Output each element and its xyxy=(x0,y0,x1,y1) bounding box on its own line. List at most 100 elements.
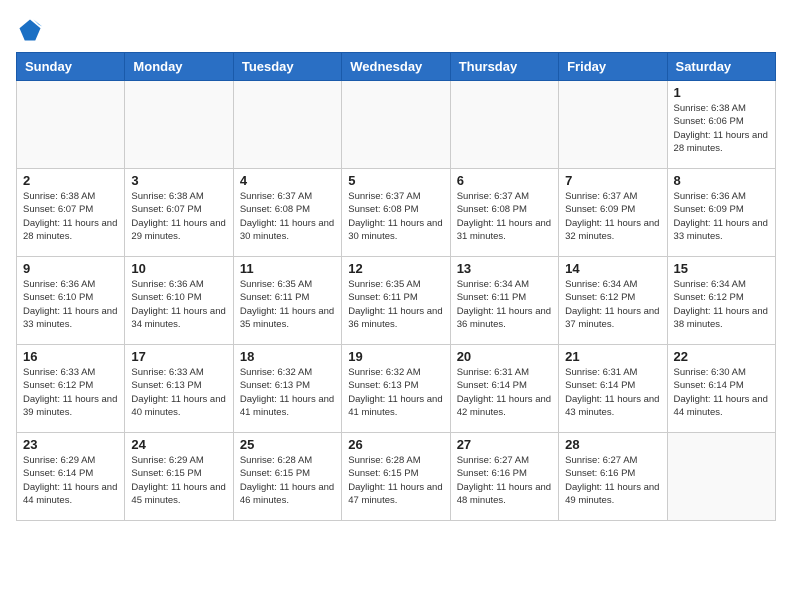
calendar-day-cell: 7 Sunrise: 6:37 AM Sunset: 6:09 PM Daylig… xyxy=(559,169,667,257)
day-info: Sunrise: 6:34 AM Sunset: 6:12 PM Dayligh… xyxy=(674,278,769,331)
day-info: Sunrise: 6:36 AM Sunset: 6:10 PM Dayligh… xyxy=(23,278,118,331)
day-info: Sunrise: 6:30 AM Sunset: 6:14 PM Dayligh… xyxy=(674,366,769,419)
day-info: Sunrise: 6:35 AM Sunset: 6:11 PM Dayligh… xyxy=(240,278,335,331)
calendar-day-cell xyxy=(450,81,558,169)
calendar-week-row: 9 Sunrise: 6:36 AM Sunset: 6:10 PM Daylig… xyxy=(17,257,776,345)
day-number: 16 xyxy=(23,349,118,364)
calendar-day-cell: 17 Sunrise: 6:33 AM Sunset: 6:13 PM Dayli… xyxy=(125,345,233,433)
day-info: Sunrise: 6:28 AM Sunset: 6:15 PM Dayligh… xyxy=(348,454,443,507)
day-header-thursday: Thursday xyxy=(450,53,558,81)
calendar-day-cell xyxy=(125,81,233,169)
day-number: 4 xyxy=(240,173,335,188)
day-info: Sunrise: 6:34 AM Sunset: 6:12 PM Dayligh… xyxy=(565,278,660,331)
day-number: 19 xyxy=(348,349,443,364)
day-number: 17 xyxy=(131,349,226,364)
day-number: 22 xyxy=(674,349,769,364)
day-info: Sunrise: 6:37 AM Sunset: 6:09 PM Dayligh… xyxy=(565,190,660,243)
calendar-header-row: SundayMondayTuesdayWednesdayThursdayFrid… xyxy=(17,53,776,81)
logo xyxy=(16,16,48,44)
day-info: Sunrise: 6:32 AM Sunset: 6:13 PM Dayligh… xyxy=(348,366,443,419)
day-number: 21 xyxy=(565,349,660,364)
logo-icon xyxy=(16,16,44,44)
calendar-day-cell: 26 Sunrise: 6:28 AM Sunset: 6:15 PM Dayli… xyxy=(342,433,450,521)
day-info: Sunrise: 6:36 AM Sunset: 6:10 PM Dayligh… xyxy=(131,278,226,331)
calendar-day-cell: 25Sunrise: 6:28 AM Sunset: 6:15 PM Dayli… xyxy=(233,433,341,521)
calendar-day-cell: 24 Sunrise: 6:29 AM Sunset: 6:15 PM Dayli… xyxy=(125,433,233,521)
calendar-week-row: 1 Sunrise: 6:38 AM Sunset: 6:06 PM Daylig… xyxy=(17,81,776,169)
day-header-tuesday: Tuesday xyxy=(233,53,341,81)
calendar-day-cell: 1 Sunrise: 6:38 AM Sunset: 6:06 PM Daylig… xyxy=(667,81,775,169)
calendar-day-cell: 23 Sunrise: 6:29 AM Sunset: 6:14 PM Dayli… xyxy=(17,433,125,521)
day-number: 13 xyxy=(457,261,552,276)
calendar-day-cell: 15 Sunrise: 6:34 AM Sunset: 6:12 PM Dayli… xyxy=(667,257,775,345)
calendar-day-cell: 3 Sunrise: 6:38 AM Sunset: 6:07 PM Daylig… xyxy=(125,169,233,257)
calendar-day-cell: 12Sunrise: 6:35 AM Sunset: 6:11 PM Dayli… xyxy=(342,257,450,345)
day-number: 26 xyxy=(348,437,443,452)
day-number: 12 xyxy=(348,261,443,276)
calendar-day-cell: 11 Sunrise: 6:35 AM Sunset: 6:11 PM Dayli… xyxy=(233,257,341,345)
day-header-friday: Friday xyxy=(559,53,667,81)
day-info: Sunrise: 6:38 AM Sunset: 6:07 PM Dayligh… xyxy=(131,190,226,243)
calendar-day-cell xyxy=(233,81,341,169)
calendar-day-cell xyxy=(559,81,667,169)
day-number: 7 xyxy=(565,173,660,188)
day-info: Sunrise: 6:32 AM Sunset: 6:13 PM Dayligh… xyxy=(240,366,335,419)
day-info: Sunrise: 6:34 AM Sunset: 6:11 PM Dayligh… xyxy=(457,278,552,331)
calendar-day-cell: 4 Sunrise: 6:37 AM Sunset: 6:08 PM Daylig… xyxy=(233,169,341,257)
calendar-day-cell: 20Sunrise: 6:31 AM Sunset: 6:14 PM Dayli… xyxy=(450,345,558,433)
day-number: 11 xyxy=(240,261,335,276)
day-number: 27 xyxy=(457,437,552,452)
calendar-week-row: 16 Sunrise: 6:33 AM Sunset: 6:12 PM Dayli… xyxy=(17,345,776,433)
calendar-day-cell: 14 Sunrise: 6:34 AM Sunset: 6:12 PM Dayli… xyxy=(559,257,667,345)
day-info: Sunrise: 6:27 AM Sunset: 6:16 PM Dayligh… xyxy=(457,454,552,507)
calendar-day-cell: 6 Sunrise: 6:37 AM Sunset: 6:08 PM Daylig… xyxy=(450,169,558,257)
day-info: Sunrise: 6:37 AM Sunset: 6:08 PM Dayligh… xyxy=(240,190,335,243)
calendar-week-row: 2 Sunrise: 6:38 AM Sunset: 6:07 PM Daylig… xyxy=(17,169,776,257)
day-info: Sunrise: 6:27 AM Sunset: 6:16 PM Dayligh… xyxy=(565,454,660,507)
calendar-week-row: 23 Sunrise: 6:29 AM Sunset: 6:14 PM Dayli… xyxy=(17,433,776,521)
day-number: 6 xyxy=(457,173,552,188)
day-number: 14 xyxy=(565,261,660,276)
day-number: 9 xyxy=(23,261,118,276)
day-header-monday: Monday xyxy=(125,53,233,81)
day-header-saturday: Saturday xyxy=(667,53,775,81)
calendar-day-cell: 9 Sunrise: 6:36 AM Sunset: 6:10 PM Daylig… xyxy=(17,257,125,345)
calendar-day-cell: 22 Sunrise: 6:30 AM Sunset: 6:14 PM Dayli… xyxy=(667,345,775,433)
day-info: Sunrise: 6:29 AM Sunset: 6:15 PM Dayligh… xyxy=(131,454,226,507)
header xyxy=(16,16,776,44)
day-info: Sunrise: 6:37 AM Sunset: 6:08 PM Dayligh… xyxy=(348,190,443,243)
day-info: Sunrise: 6:37 AM Sunset: 6:08 PM Dayligh… xyxy=(457,190,552,243)
day-info: Sunrise: 6:38 AM Sunset: 6:06 PM Dayligh… xyxy=(674,102,769,155)
day-number: 18 xyxy=(240,349,335,364)
day-number: 25 xyxy=(240,437,335,452)
calendar-day-cell: 19 Sunrise: 6:32 AM Sunset: 6:13 PM Dayli… xyxy=(342,345,450,433)
day-info: Sunrise: 6:31 AM Sunset: 6:14 PM Dayligh… xyxy=(457,366,552,419)
day-header-wednesday: Wednesday xyxy=(342,53,450,81)
calendar-day-cell: 2 Sunrise: 6:38 AM Sunset: 6:07 PM Daylig… xyxy=(17,169,125,257)
day-info: Sunrise: 6:38 AM Sunset: 6:07 PM Dayligh… xyxy=(23,190,118,243)
calendar-day-cell xyxy=(17,81,125,169)
day-info: Sunrise: 6:33 AM Sunset: 6:13 PM Dayligh… xyxy=(131,366,226,419)
calendar-day-cell: 21 Sunrise: 6:31 AM Sunset: 6:14 PM Dayli… xyxy=(559,345,667,433)
calendar-day-cell: 27 Sunrise: 6:27 AM Sunset: 6:16 PM Dayli… xyxy=(450,433,558,521)
calendar-day-cell: 16 Sunrise: 6:33 AM Sunset: 6:12 PM Dayli… xyxy=(17,345,125,433)
day-info: Sunrise: 6:33 AM Sunset: 6:12 PM Dayligh… xyxy=(23,366,118,419)
day-number: 3 xyxy=(131,173,226,188)
calendar-day-cell: 8Sunrise: 6:36 AM Sunset: 6:09 PM Daylig… xyxy=(667,169,775,257)
calendar-day-cell: 13 Sunrise: 6:34 AM Sunset: 6:11 PM Dayli… xyxy=(450,257,558,345)
day-info: Sunrise: 6:31 AM Sunset: 6:14 PM Dayligh… xyxy=(565,366,660,419)
calendar-table: SundayMondayTuesdayWednesdayThursdayFrid… xyxy=(16,52,776,521)
calendar-day-cell: 28 Sunrise: 6:27 AM Sunset: 6:16 PM Dayli… xyxy=(559,433,667,521)
day-number: 8 xyxy=(674,173,769,188)
day-number: 24 xyxy=(131,437,226,452)
day-number: 1 xyxy=(674,85,769,100)
day-info: Sunrise: 6:29 AM Sunset: 6:14 PM Dayligh… xyxy=(23,454,118,507)
day-number: 28 xyxy=(565,437,660,452)
calendar-day-cell xyxy=(342,81,450,169)
day-header-sunday: Sunday xyxy=(17,53,125,81)
calendar-day-cell xyxy=(667,433,775,521)
day-number: 5 xyxy=(348,173,443,188)
day-number: 15 xyxy=(674,261,769,276)
day-number: 2 xyxy=(23,173,118,188)
day-number: 23 xyxy=(23,437,118,452)
